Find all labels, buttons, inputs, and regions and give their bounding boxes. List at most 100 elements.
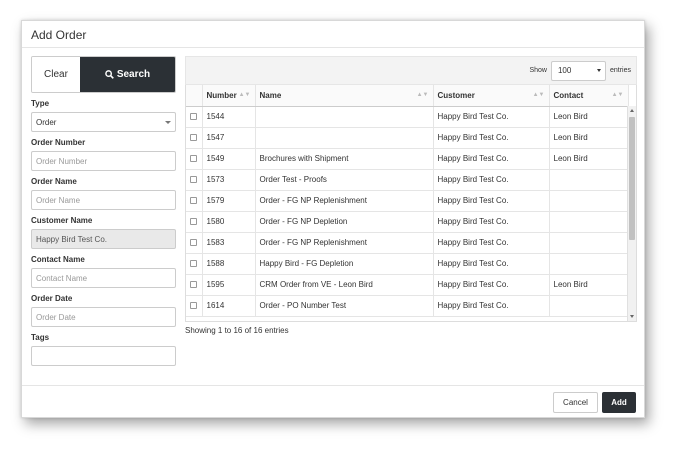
- row-checkbox[interactable]: [190, 218, 198, 226]
- filter-buttons: Clear Search: [31, 56, 176, 93]
- chevron-down-icon: [165, 120, 171, 124]
- order-date-input[interactable]: Order Date: [31, 307, 176, 327]
- cell-contact: Leon Bird: [549, 274, 629, 296]
- table-row[interactable]: 1614 Order - PO Number Test Happy Bird Tes…: [186, 295, 629, 317]
- table-row[interactable]: 1580 Order - FG NP Depletion Happy Bird Te…: [186, 211, 629, 233]
- table-row[interactable]: 1595 CRM Order from VE - Leon Bird Happy B…: [186, 274, 629, 296]
- table-row[interactable]: 1573 Order Test - Proofs Happy Bird Test C…: [186, 169, 629, 191]
- cell-contact: Leon Bird: [549, 127, 629, 149]
- cell-number: 1544: [202, 106, 256, 128]
- cell-contact: [549, 190, 629, 212]
- cell-number: 1547: [202, 127, 256, 149]
- tags-input[interactable]: [31, 346, 176, 366]
- cell-number: 1573: [202, 169, 256, 191]
- table-row[interactable]: 1583 Order - FG NP Replenishment Happy Bir…: [186, 232, 629, 254]
- order-number-input[interactable]: Order Number: [31, 151, 176, 171]
- sort-icon: ▲▼: [416, 92, 429, 98]
- scroll-down-icon[interactable]: [630, 315, 634, 318]
- table-row[interactable]: 1579 Order - FG NP Replenishment Happy Bir…: [186, 190, 629, 212]
- sort-icon: ▲▼: [611, 92, 624, 98]
- table-info: Showing 1 to 16 of 16 entries: [185, 326, 289, 335]
- table-row[interactable]: 1588 Happy Bird - FG Depletion Happy Bird …: [186, 253, 629, 275]
- scroll-up-icon[interactable]: [630, 109, 634, 112]
- column-header-name[interactable]: Name ▲▼: [255, 85, 434, 107]
- orders-table-container: Number ▲▼ Name ▲▼ Customer ▲▼ Contact ▲▼ 154…: [185, 85, 637, 322]
- tags-label: Tags: [31, 333, 50, 342]
- cell-contact: [549, 295, 629, 317]
- row-checkbox-cell: [186, 274, 203, 296]
- row-checkbox[interactable]: [190, 302, 198, 310]
- cell-name: Order - PO Number Test: [255, 295, 434, 317]
- cell-number: 1588: [202, 253, 256, 275]
- cell-customer: Happy Bird Test Co.: [433, 211, 550, 233]
- cell-name: Brochures with Shipment: [255, 148, 434, 170]
- cell-contact: [549, 169, 629, 191]
- cell-customer: Happy Bird Test Co.: [433, 232, 550, 254]
- cell-contact: [549, 232, 629, 254]
- column-header-contact[interactable]: Contact ▲▼: [549, 85, 629, 107]
- cell-name: Order Test - Proofs: [255, 169, 434, 191]
- column-header-number[interactable]: Number ▲▼: [202, 85, 256, 107]
- row-checkbox[interactable]: [190, 134, 198, 142]
- table-row[interactable]: 1544 Happy Bird Test Co. Leon Bird: [186, 106, 629, 128]
- cell-number: 1583: [202, 232, 256, 254]
- orders-table: Number ▲▼ Name ▲▼ Customer ▲▼ Contact ▲▼ 154…: [186, 85, 629, 317]
- type-label: Type: [31, 99, 50, 108]
- cell-number: 1580: [202, 211, 256, 233]
- row-checkbox-cell: [186, 148, 203, 170]
- contact-name-label: Contact Name: [31, 255, 85, 264]
- order-number-label: Order Number: [31, 138, 86, 147]
- column-header-customer[interactable]: Customer ▲▼: [433, 85, 550, 107]
- search-button-label: Search: [116, 69, 151, 80]
- cell-contact: [549, 211, 629, 233]
- cell-contact: Leon Bird: [549, 106, 629, 128]
- customer-name-input: Happy Bird Test Co.: [31, 229, 176, 249]
- order-date-label: Order Date: [31, 294, 73, 303]
- row-checkbox-cell: [186, 127, 203, 149]
- table-toolbar: Show 100 entries: [185, 56, 637, 85]
- order-name-label: Order Name: [31, 177, 77, 186]
- cell-customer: Happy Bird Test Co.: [433, 127, 550, 149]
- cell-customer: Happy Bird Test Co.: [433, 274, 550, 296]
- add-button[interactable]: Add: [602, 392, 636, 413]
- cell-name: [255, 127, 434, 149]
- type-select-value: Order: [36, 117, 57, 127]
- cell-name: [255, 106, 434, 128]
- row-checkbox[interactable]: [190, 113, 198, 121]
- row-checkbox[interactable]: [190, 197, 198, 205]
- dialog-title: Add Order: [31, 28, 87, 42]
- row-checkbox[interactable]: [190, 176, 198, 184]
- caret-down-icon: [596, 69, 601, 72]
- cell-name: Order - FG NP Replenishment: [255, 190, 434, 212]
- row-checkbox[interactable]: [190, 155, 198, 163]
- row-checkbox[interactable]: [190, 260, 198, 268]
- page-size-select[interactable]: 100: [550, 60, 606, 81]
- cell-name: CRM Order from VE - Leon Bird: [255, 274, 434, 296]
- cell-customer: Happy Bird Test Co.: [433, 253, 550, 275]
- clear-button[interactable]: Clear: [32, 57, 80, 92]
- cell-customer: Happy Bird Test Co.: [433, 190, 550, 212]
- show-label: Show: [529, 67, 547, 74]
- scrollbar-thumb[interactable]: [629, 117, 635, 240]
- entries-label: entries: [609, 67, 631, 74]
- table-row[interactable]: 1549 Brochures with Shipment Happy Bird Te…: [186, 148, 629, 170]
- table-row[interactable]: 1547 Happy Bird Test Co. Leon Bird: [186, 127, 629, 149]
- order-name-input[interactable]: Order Name: [31, 190, 176, 210]
- cell-name: Happy Bird - FG Depletion: [255, 253, 434, 275]
- row-checkbox-cell: [186, 253, 203, 275]
- cancel-button[interactable]: Cancel: [553, 392, 598, 413]
- row-checkbox[interactable]: [190, 281, 198, 289]
- cell-customer: Happy Bird Test Co.: [433, 148, 550, 170]
- cell-number: 1549: [202, 148, 256, 170]
- contact-name-input[interactable]: Contact Name: [31, 268, 176, 288]
- cell-contact: Leon Bird: [549, 148, 629, 170]
- type-select[interactable]: Order: [31, 112, 176, 132]
- table-header-row: Number ▲▼ Name ▲▼ Customer ▲▼ Contact ▲▼: [186, 85, 629, 107]
- cell-customer: Happy Bird Test Co.: [433, 295, 550, 317]
- search-button[interactable]: Search: [80, 57, 175, 92]
- results-panel: Show 100 entries Number ▲▼ Name ▲▼ Custome…: [185, 56, 637, 335]
- table-scrollbar[interactable]: [627, 106, 636, 321]
- row-checkbox-cell: [186, 232, 203, 254]
- row-checkbox-cell: [186, 169, 203, 191]
- row-checkbox[interactable]: [190, 239, 198, 247]
